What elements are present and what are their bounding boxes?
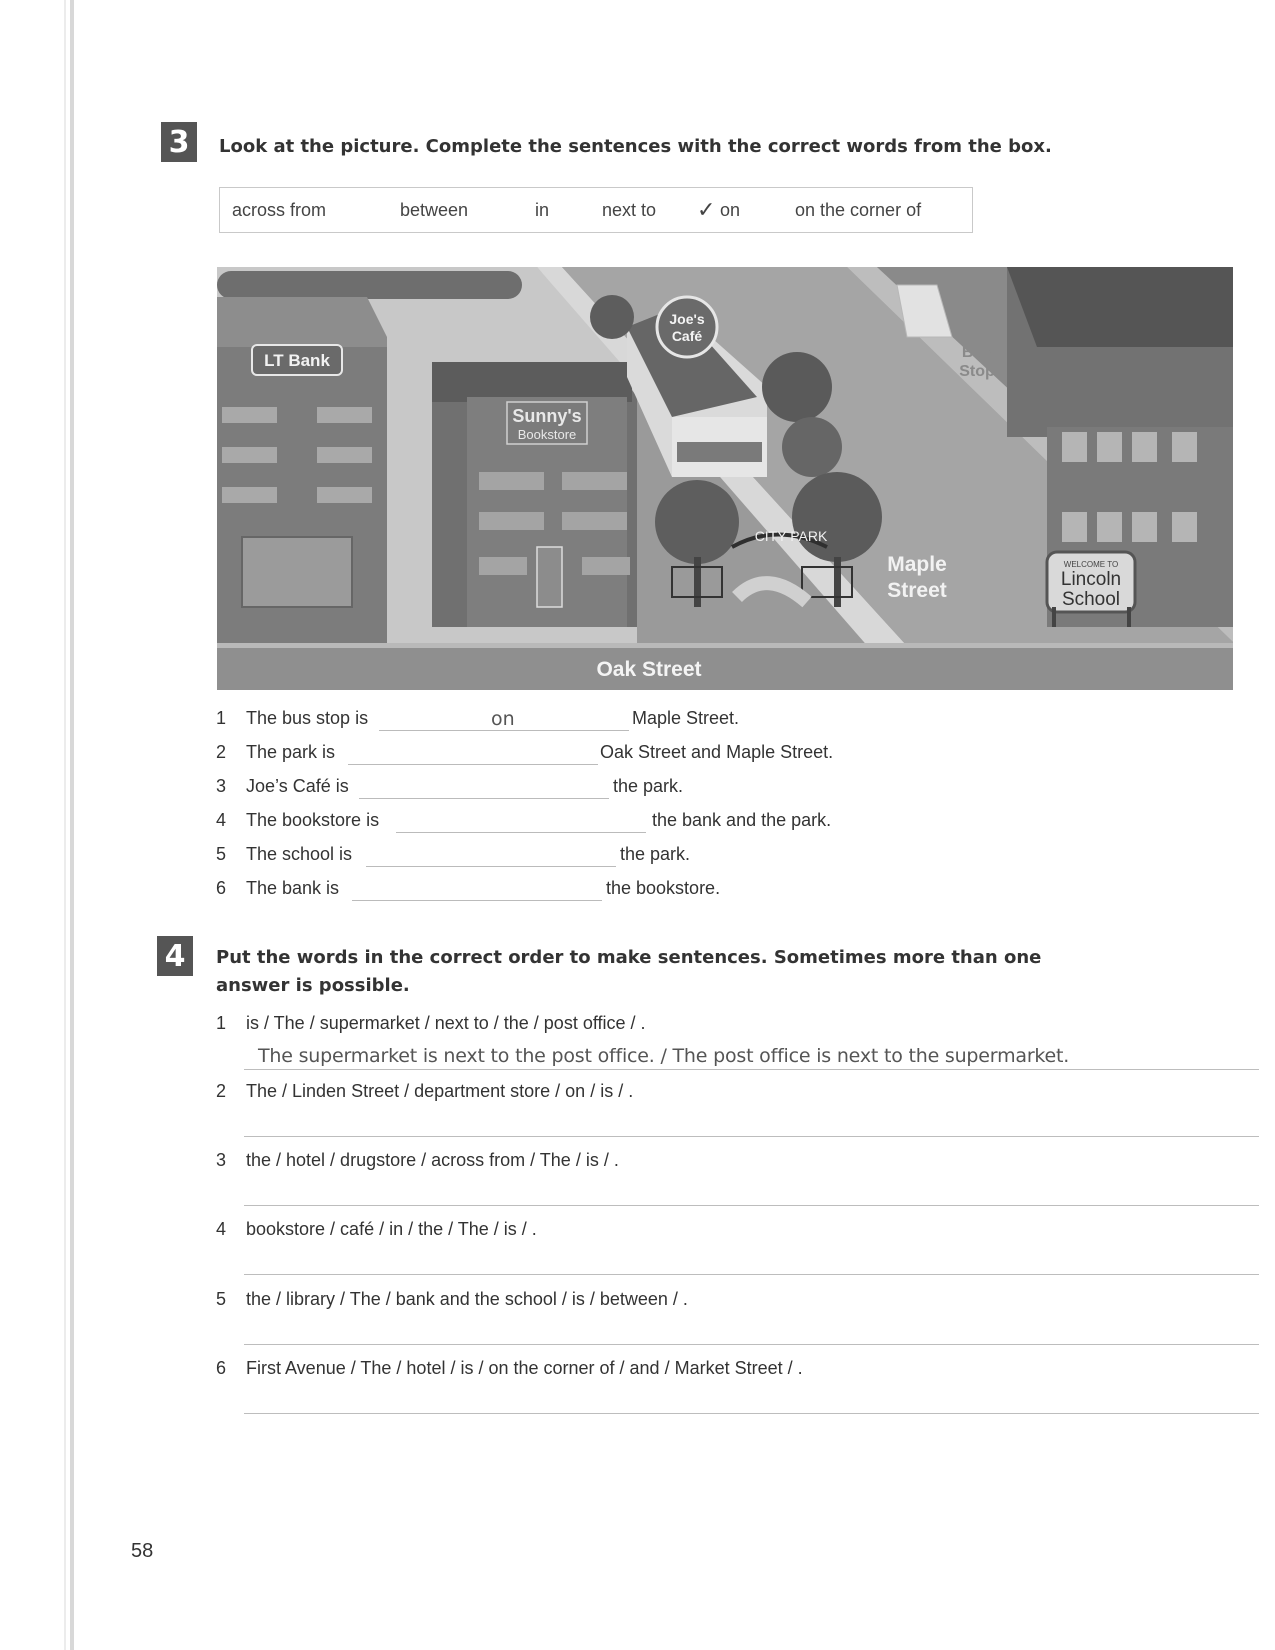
word-next-to: next to bbox=[602, 200, 657, 220]
question-prompt: bookstore / café / in / the / The / is /… bbox=[246, 1219, 537, 1239]
word-on-the-corner-of: on the corner of bbox=[795, 200, 922, 220]
sentence-number: 4 bbox=[216, 810, 227, 830]
sentence-start: The bus stop is bbox=[246, 708, 369, 728]
sentence-number: 6 bbox=[216, 878, 227, 898]
question-prompt: the / hotel / drugstore / across from / … bbox=[246, 1150, 619, 1170]
answer-line-3[interactable] bbox=[244, 1205, 1259, 1206]
handwritten-answer: on bbox=[491, 708, 515, 730]
sentence-end: the park. bbox=[620, 844, 691, 864]
answer-line-6[interactable] bbox=[244, 1413, 1259, 1414]
page-binding-edge bbox=[70, 0, 74, 1650]
sentence-number: 5 bbox=[216, 844, 227, 864]
sentence-start: Joe’s Café is bbox=[246, 776, 349, 796]
question-number: 5 bbox=[216, 1289, 227, 1309]
bus-stop-line1: Bus bbox=[962, 344, 992, 361]
question-number: 1 bbox=[216, 1013, 227, 1033]
answer-line-1[interactable] bbox=[244, 1069, 1259, 1070]
sentence-end: the bookstore. bbox=[606, 878, 721, 898]
answer-blank[interactable] bbox=[352, 878, 602, 901]
oak-street-label: Oak Street bbox=[596, 658, 701, 681]
bank-sign-text: LT Bank bbox=[264, 351, 330, 370]
school-sign-line1: Lincoln bbox=[1061, 569, 1121, 590]
word-on: on bbox=[720, 200, 741, 220]
street-scene-picture: LT Bank Sunny's Bookstore Joe's Café CIT… bbox=[217, 267, 1233, 690]
sentence-number: 2 bbox=[216, 742, 227, 762]
school-welcome-text: WELCOME TO bbox=[1064, 560, 1118, 569]
sentence-end: Oak Street and Maple Street. bbox=[600, 742, 834, 762]
question-number: 2 bbox=[216, 1081, 227, 1101]
question-prompt: the / library / The / bank and the schoo… bbox=[246, 1289, 688, 1309]
answer-line-2[interactable] bbox=[244, 1136, 1259, 1137]
exercise-3-number: 3 bbox=[161, 122, 197, 162]
exercise-4-number: 4 bbox=[157, 936, 193, 976]
answer-blank[interactable] bbox=[359, 776, 609, 799]
sentence-start: The bank is bbox=[246, 878, 340, 898]
cafe-sign-line2: Café bbox=[672, 328, 703, 344]
bus-stop-line2: Stop bbox=[959, 363, 995, 380]
exercise-4-instruction-line1: Put the words in the correct order to ma… bbox=[216, 947, 1042, 968]
sentence-end: the park. bbox=[613, 776, 684, 796]
model-answer-handwritten: The supermarket is next to the post offi… bbox=[258, 1045, 1070, 1067]
word-between: between bbox=[400, 200, 469, 220]
word-in: in bbox=[535, 200, 550, 220]
sentence-start: The school is bbox=[246, 844, 353, 864]
question-prompt: First Avenue / The / hotel / is / on the… bbox=[246, 1358, 803, 1378]
answer-blank[interactable] bbox=[366, 844, 616, 867]
park-sign-text: CITY PARK bbox=[755, 528, 828, 544]
sentence-start: The bookstore is bbox=[246, 810, 380, 830]
question-number: 6 bbox=[216, 1358, 227, 1378]
sentence-end: the bank and the park. bbox=[652, 810, 832, 830]
sentence-end: Maple Street. bbox=[632, 708, 740, 728]
question-number: 4 bbox=[216, 1219, 227, 1239]
answer-blank[interactable] bbox=[348, 742, 598, 765]
word-box: across from between in next to ✓ on on t… bbox=[219, 187, 973, 233]
page-number: 58 bbox=[131, 1540, 154, 1562]
answer-line-5[interactable] bbox=[244, 1344, 1259, 1345]
question-prompt: is / The / supermarket / next to / the /… bbox=[246, 1013, 646, 1033]
cafe-sign-line1: Joe's bbox=[669, 311, 704, 327]
question-number: 3 bbox=[216, 1150, 227, 1170]
sentence-start: The park is bbox=[246, 742, 336, 762]
maple-street-line2: Street bbox=[887, 579, 947, 602]
question-prompt: The / Linden Street / department store /… bbox=[246, 1081, 634, 1101]
maple-street-line1: Maple bbox=[887, 553, 947, 576]
word-across-from: across from bbox=[232, 200, 327, 220]
answer-line-4[interactable] bbox=[244, 1274, 1259, 1275]
sentence-number: 3 bbox=[216, 776, 227, 796]
exercise-3-instruction: Look at the picture. Complete the senten… bbox=[219, 136, 1052, 157]
page-binding-shadow bbox=[64, 0, 66, 1650]
school-sign-line2: School bbox=[1062, 589, 1120, 610]
bookstore-sign-line1: Sunny's bbox=[512, 406, 581, 426]
bookstore-sign-line2: Bookstore bbox=[518, 427, 577, 442]
answer-blank[interactable] bbox=[396, 810, 646, 833]
sentence-number: 1 bbox=[216, 708, 227, 728]
checkmark-icon: ✓ bbox=[697, 197, 716, 222]
exercise-4-instruction-line2: answer is possible. bbox=[216, 975, 410, 996]
